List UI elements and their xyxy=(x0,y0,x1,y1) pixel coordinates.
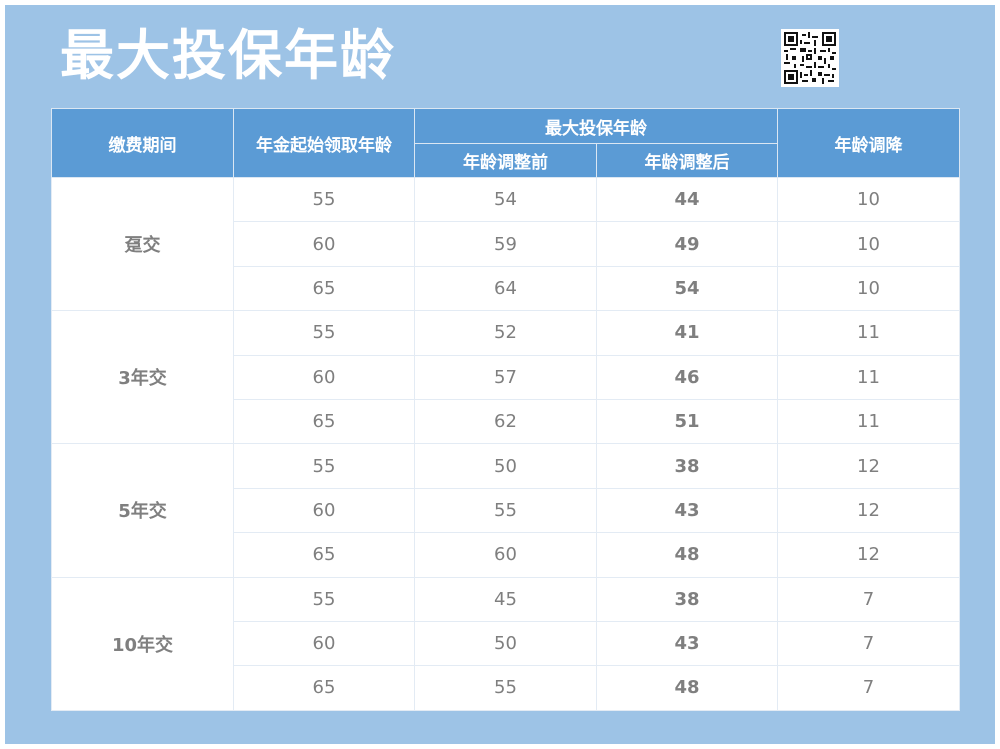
after-cell: 49 xyxy=(596,221,778,267)
before-cell: 50 xyxy=(414,443,597,489)
qr-code-icon xyxy=(781,29,839,87)
start-age-cell: 60 xyxy=(233,221,415,267)
start-age-cell: 65 xyxy=(233,398,415,445)
reduce-cell: 12 xyxy=(777,487,960,534)
after-cell: 43 xyxy=(596,620,778,667)
before-cell: 52 xyxy=(414,310,597,356)
table-row: 5年交 55 50 38 12 xyxy=(51,443,960,578)
start-age-cell: 60 xyxy=(233,620,415,667)
before-cell: 59 xyxy=(414,221,597,267)
after-cell: 38 xyxy=(596,576,778,622)
after-cell: 44 xyxy=(596,176,778,223)
reduce-cell: 11 xyxy=(777,354,960,400)
period-cell: 5年交 xyxy=(51,443,234,578)
after-cell: 48 xyxy=(596,665,778,711)
reduce-cell: 12 xyxy=(777,443,960,489)
header-max-age: 最大投保年龄 xyxy=(414,108,778,144)
period-cell: 3年交 xyxy=(51,310,234,445)
period-cell: 趸交 xyxy=(51,176,234,312)
reduce-cell: 10 xyxy=(777,176,960,223)
before-cell: 64 xyxy=(414,265,597,312)
start-age-cell: 60 xyxy=(233,487,415,534)
header-period: 缴费期间 xyxy=(51,108,234,178)
reduce-cell: 11 xyxy=(777,398,960,445)
reduce-cell: 12 xyxy=(777,532,960,578)
after-cell: 46 xyxy=(596,354,778,400)
reduce-cell: 10 xyxy=(777,265,960,312)
after-cell: 43 xyxy=(596,487,778,534)
after-cell: 54 xyxy=(596,265,778,312)
before-cell: 45 xyxy=(414,576,597,622)
page-title: 最大投保年龄 xyxy=(60,24,396,87)
table-row: 10年交 55 45 38 7 xyxy=(51,576,960,711)
start-age-cell: 55 xyxy=(233,576,415,622)
reduce-cell: 7 xyxy=(777,576,960,622)
before-cell: 57 xyxy=(414,354,597,400)
reduce-cell: 7 xyxy=(777,665,960,711)
start-age-cell: 65 xyxy=(233,532,415,578)
table-row: 趸交 55 54 44 10 xyxy=(51,176,960,312)
start-age-cell: 65 xyxy=(233,665,415,711)
reduce-cell: 11 xyxy=(777,310,960,356)
age-table: 缴费期间 年金起始领取年龄 最大投保年龄 年龄调降 年龄调整前 年龄调整后 趸交… xyxy=(51,108,960,711)
header-after: 年龄调整后 xyxy=(596,143,778,178)
start-age-cell: 65 xyxy=(233,265,415,312)
before-cell: 50 xyxy=(414,620,597,667)
start-age-cell: 55 xyxy=(233,176,415,223)
before-cell: 54 xyxy=(414,176,597,223)
before-cell: 62 xyxy=(414,398,597,445)
reduce-cell: 10 xyxy=(777,221,960,267)
reduce-cell: 7 xyxy=(777,620,960,667)
header-before: 年龄调整前 xyxy=(414,143,597,178)
after-cell: 38 xyxy=(596,443,778,489)
page-frame: 最大投保年龄 缴费期间 年金起始领取年龄 最大投保年龄 年龄调降 年龄调整前 年… xyxy=(0,0,1000,749)
after-cell: 41 xyxy=(596,310,778,356)
header-start-age: 年金起始领取年龄 xyxy=(233,108,415,178)
after-cell: 51 xyxy=(596,398,778,445)
start-age-cell: 60 xyxy=(233,354,415,400)
after-cell: 48 xyxy=(596,532,778,578)
before-cell: 55 xyxy=(414,487,597,534)
before-cell: 60 xyxy=(414,532,597,578)
start-age-cell: 55 xyxy=(233,443,415,489)
period-cell: 10年交 xyxy=(51,576,234,711)
start-age-cell: 55 xyxy=(233,310,415,356)
header-reduce: 年龄调降 xyxy=(777,108,960,178)
before-cell: 55 xyxy=(414,665,597,711)
table-row: 3年交 55 52 41 11 xyxy=(51,310,960,445)
